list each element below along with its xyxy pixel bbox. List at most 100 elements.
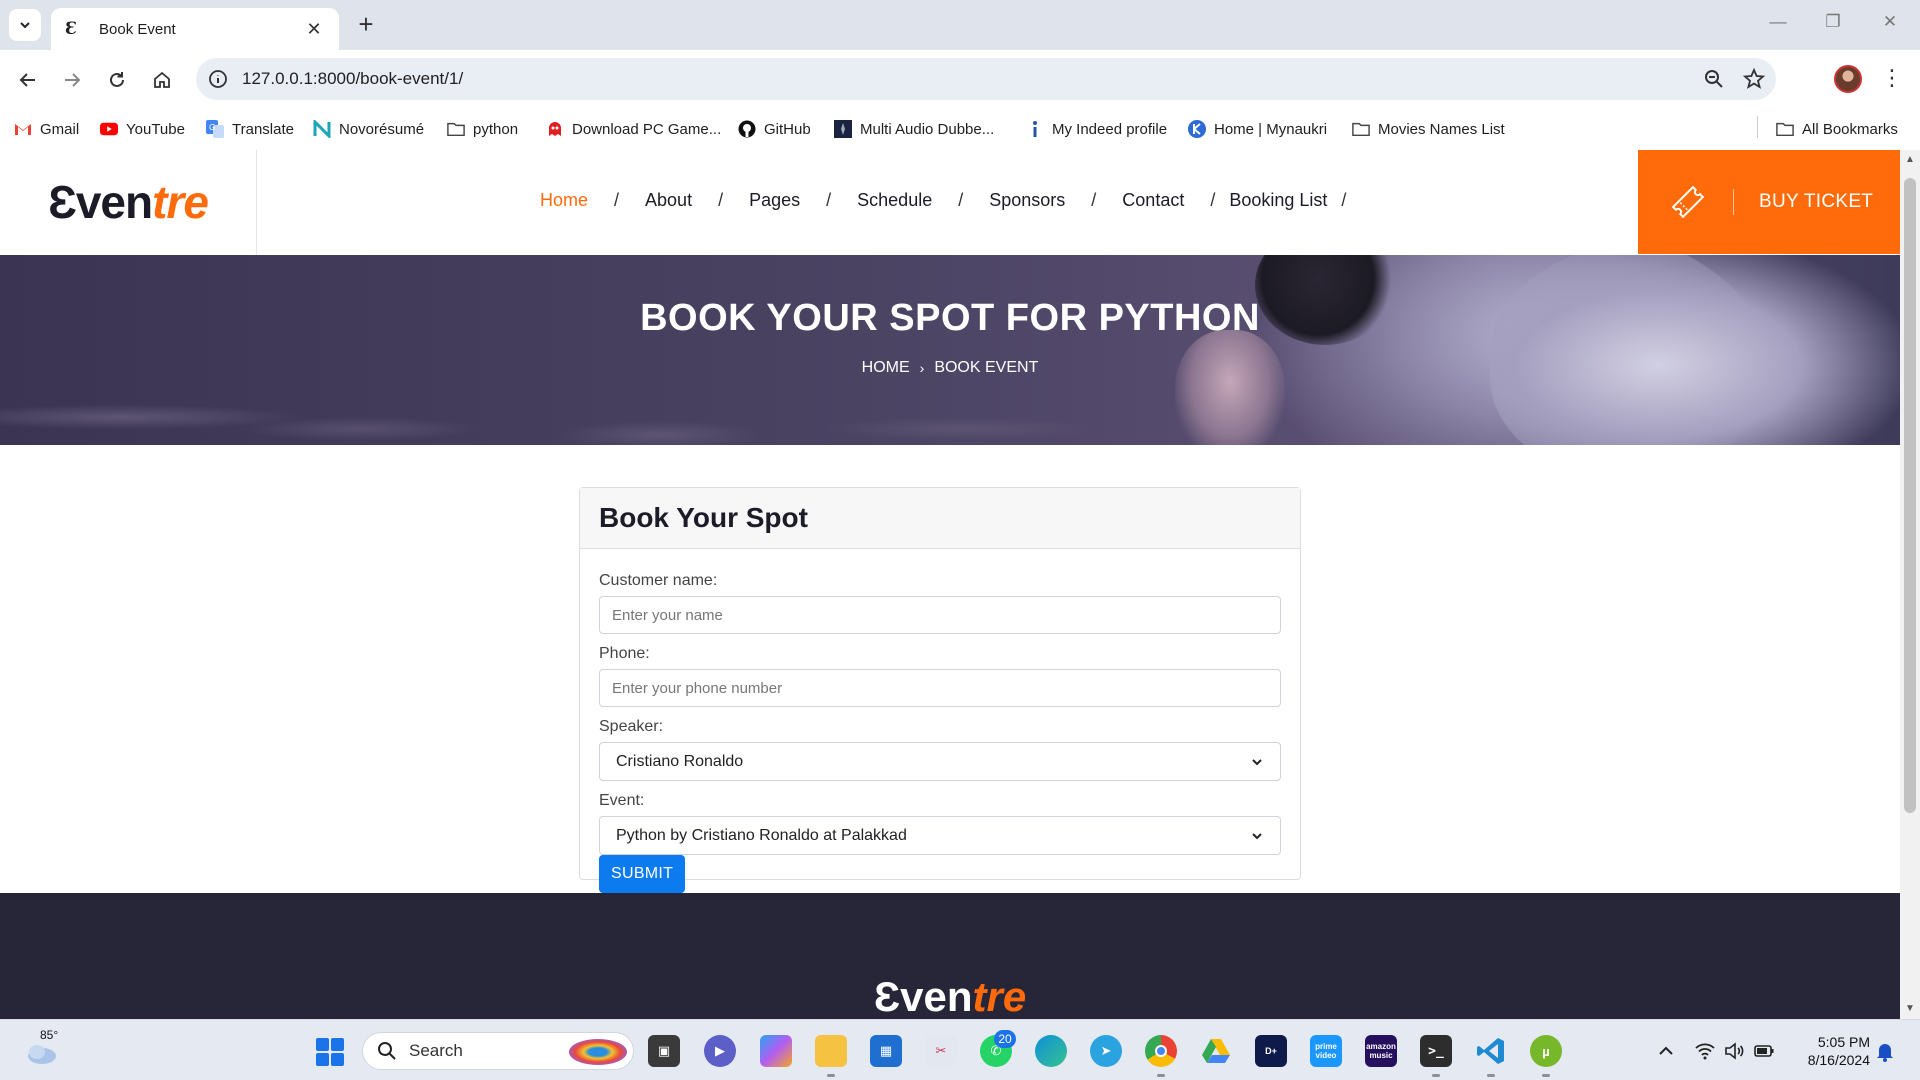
submit-button[interactable]: SUBMIT: [599, 855, 686, 893]
windows-taskbar: 85° Search ▣ ▶ ▦ ✂ ✆ 20 ➤ D+ prime video…: [0, 1019, 1920, 1080]
new-tab-button[interactable]: +: [352, 11, 380, 39]
address-bar[interactable]: 127.0.0.1:8000/book-event/1/: [196, 58, 1776, 100]
store-icon[interactable]: ▦: [870, 1035, 902, 1067]
copilot-icon[interactable]: [760, 1035, 792, 1067]
file-manager-icon[interactable]: ▣: [648, 1035, 680, 1067]
battery-icon[interactable]: [1753, 1040, 1775, 1062]
reload-button[interactable]: [101, 64, 133, 96]
profile-avatar[interactable]: [1834, 65, 1862, 93]
chevron-right-icon: ›: [919, 360, 925, 376]
scroll-up-icon[interactable]: ▲: [1904, 154, 1916, 166]
zoom-icon[interactable]: [1702, 67, 1726, 91]
bookmark-label: Novorésumé: [339, 120, 425, 138]
browser-menu-icon[interactable]: ⋮: [1880, 65, 1904, 93]
bookmark-youtube[interactable]: YouTube: [100, 118, 185, 140]
bookmark-label: Download PC Game...: [572, 120, 722, 138]
bookmark-github[interactable]: GitHub: [738, 118, 811, 140]
folder-icon: [447, 120, 465, 138]
whatsapp-notification-badge: 20: [994, 1030, 1016, 1048]
bookmark-indeed[interactable]: My Indeed profile: [1026, 118, 1167, 140]
chevron-up-icon[interactable]: [1655, 1040, 1677, 1062]
scroll-down-icon[interactable]: ▼: [1904, 1003, 1916, 1015]
nav-schedule[interactable]: Schedule: [857, 190, 932, 211]
volume-icon[interactable]: [1723, 1040, 1745, 1062]
site-info-icon[interactable]: [206, 67, 230, 91]
tab-favicon: Ɛ: [65, 19, 78, 39]
close-tab-icon[interactable]: ✕: [303, 19, 325, 40]
customer-name-input[interactable]: [599, 596, 1281, 634]
event-select[interactable]: Python by Cristiano Ronaldo at Palakkad: [599, 816, 1281, 855]
home-button[interactable]: [146, 64, 178, 96]
bookmark-star-icon[interactable]: [1742, 67, 1766, 91]
bookmark-label: Gmail: [40, 120, 80, 138]
home-icon: [154, 71, 170, 88]
chevron-down-icon: [20, 22, 30, 29]
chrome-center-icon: [1155, 1045, 1167, 1057]
bookmark-python-folder[interactable]: python: [447, 118, 518, 140]
chrome-icon[interactable]: [1145, 1035, 1177, 1067]
prime-video-icon[interactable]: prime video: [1310, 1035, 1342, 1067]
vscode-icon[interactable]: [1475, 1035, 1507, 1067]
hero-background-hand: [1175, 330, 1285, 445]
url-text[interactable]: 127.0.0.1:8000/book-event/1/: [242, 69, 463, 89]
browser-tab-active[interactable]: Ɛ Book Event ✕: [51, 8, 339, 50]
breadcrumb-home[interactable]: HOME: [862, 359, 910, 377]
page-scrollbar[interactable]: ▲ ▼: [1900, 150, 1920, 1019]
file-explorer-icon[interactable]: [815, 1035, 847, 1067]
buy-ticket-button[interactable]: BUY TICKET: [1638, 150, 1900, 254]
taskbar-search[interactable]: Search: [362, 1032, 634, 1070]
browser-toolbar: 127.0.0.1:8000/book-event/1/ ⋮: [0, 50, 1920, 108]
github-icon: [738, 120, 756, 138]
bookmark-multi-audio[interactable]: Multi Audio Dubbe...: [834, 118, 994, 140]
back-arrow-icon: [19, 73, 35, 87]
back-button[interactable]: [12, 64, 44, 96]
reload-icon: [110, 72, 124, 87]
terminal-icon[interactable]: >_: [1420, 1035, 1452, 1067]
footer-logo[interactable]: Ɛventre: [0, 973, 1900, 1019]
amazon-music-icon[interactable]: amazon music: [1365, 1035, 1397, 1067]
nav-home[interactable]: Home: [540, 190, 588, 211]
telegram-icon[interactable]: ➤: [1090, 1035, 1122, 1067]
speaker-select[interactable]: Cristiano Ronaldo: [599, 742, 1281, 781]
disney-plus-icon[interactable]: D+: [1255, 1035, 1287, 1067]
tab-search-button[interactable]: [9, 9, 41, 41]
restore-icon[interactable]: ❐: [1813, 12, 1853, 38]
close-window-icon[interactable]: ✕: [1870, 12, 1910, 38]
system-clock[interactable]: 5:05 PM 8/16/2024: [1790, 1033, 1870, 1069]
bookmark-gmail[interactable]: Gmail: [14, 118, 79, 140]
search-highlight-image: [569, 1039, 627, 1065]
nav-about[interactable]: About: [645, 190, 692, 211]
page-title: BOOK YOUR SPOT FOR PYTHON: [640, 297, 1260, 339]
ticket-icon: [1671, 185, 1705, 219]
nav-booking-list[interactable]: Booking List: [1229, 190, 1327, 211]
gmail-icon: [14, 120, 32, 138]
footer-logo-text-orange: tre: [972, 973, 1027, 1019]
scrollbar-thumb[interactable]: [1904, 178, 1916, 813]
bookmark-novoresume[interactable]: Novorésumé: [313, 118, 424, 140]
bookmark-mynaukri[interactable]: Home | Mynaukri: [1188, 118, 1327, 140]
dubbed-icon: [834, 120, 852, 138]
minimize-icon[interactable]: —: [1758, 12, 1798, 38]
snipping-tool-icon[interactable]: ✂: [925, 1035, 957, 1067]
notification-bell-icon[interactable]: [1874, 1040, 1896, 1062]
bookmark-movies-folder[interactable]: Movies Names List: [1352, 118, 1505, 140]
running-indicator: [1487, 1074, 1495, 1077]
utorrent-icon[interactable]: µ: [1530, 1035, 1562, 1067]
bookmark-pc-games[interactable]: Download PC Game...: [546, 118, 721, 140]
start-button[interactable]: [316, 1038, 344, 1066]
bookmark-translate[interactable]: G Translate: [206, 118, 294, 140]
edge-icon[interactable]: [1035, 1035, 1067, 1067]
nav-sponsors[interactable]: Sponsors: [989, 190, 1065, 211]
booking-card-title: Book Your Spot: [599, 502, 808, 533]
breadcrumb: HOME › BOOK EVENT: [0, 359, 1900, 377]
naukri-icon: [1188, 120, 1206, 138]
wifi-icon[interactable]: [1694, 1040, 1716, 1062]
forward-button[interactable]: [56, 64, 88, 96]
nav-contact[interactable]: Contact: [1122, 190, 1184, 211]
nav-pages[interactable]: Pages: [749, 190, 800, 211]
phone-input[interactable]: [599, 669, 1281, 707]
site-logo[interactable]: Ɛventre: [48, 175, 209, 229]
drive-icon[interactable]: [1200, 1035, 1232, 1067]
meet-icon[interactable]: ▶: [704, 1035, 736, 1067]
all-bookmarks-button[interactable]: All Bookmarks: [1776, 118, 1898, 140]
